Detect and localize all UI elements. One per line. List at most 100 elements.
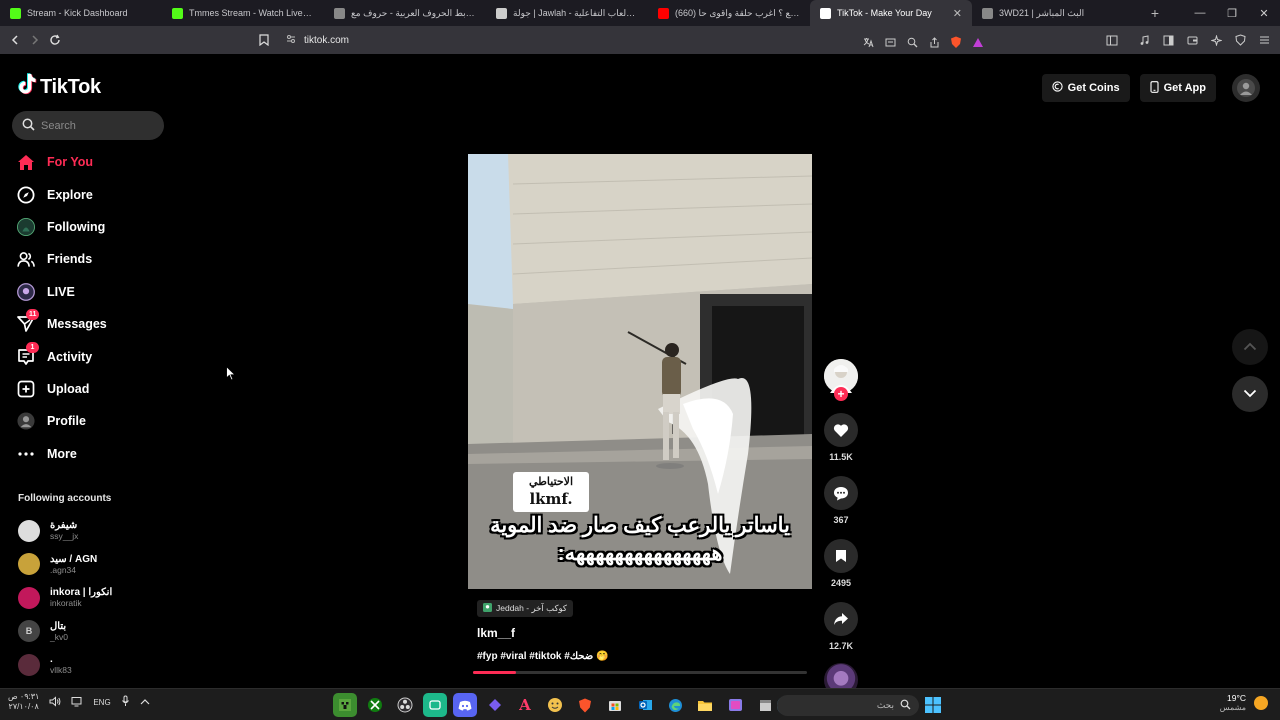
- file-explorer-icon[interactable]: [693, 693, 717, 717]
- leo-ai-icon[interactable]: [1206, 30, 1226, 50]
- microsoft-store-icon[interactable]: [603, 693, 627, 717]
- share-action[interactable]: 12.7K: [823, 602, 859, 651]
- url-text[interactable]: tiktok.com: [304, 35, 349, 46]
- video-player[interactable]: الاحتياطي lkmf. ياساتر يالرعب كيف صار ضد…: [468, 154, 812, 589]
- zoom-icon[interactable]: [902, 32, 922, 52]
- obs-icon[interactable]: [393, 693, 417, 717]
- sidebar-item-explore[interactable]: Explore: [0, 178, 200, 210]
- chevron-up-icon[interactable]: [140, 698, 150, 707]
- brave-shields-icon[interactable]: [946, 32, 966, 52]
- video-progress-bar[interactable]: [473, 671, 807, 674]
- browser-tab[interactable]: تحدي ربط الحروف العربية - حروف مع ...: [324, 0, 486, 26]
- share-icon[interactable]: [924, 32, 944, 52]
- windows-search-box[interactable]: بحث: [777, 695, 919, 716]
- forward-icon[interactable]: [25, 30, 45, 50]
- search-input[interactable]: Search: [12, 111, 164, 140]
- sidebar-item-friends[interactable]: Friends: [0, 243, 200, 275]
- share-arrow-icon[interactable]: [824, 602, 858, 636]
- reload-icon[interactable]: [45, 30, 65, 50]
- new-tab-button[interactable]: +: [1142, 0, 1168, 26]
- bookmark-icon[interactable]: [254, 30, 274, 50]
- language-indicator[interactable]: ENG: [93, 698, 110, 707]
- creator-avatar[interactable]: +: [824, 359, 858, 401]
- browser-tab[interactable]: 3WD21 | البث المباشر: [972, 0, 1134, 26]
- browser-tab[interactable]: TikTok - Make Your Day ✕: [810, 0, 972, 26]
- like-action[interactable]: 11.5K: [823, 413, 859, 462]
- tab-title: Tmmes Stream - Watch Live on Kick: [189, 8, 314, 18]
- following-account-item[interactable]: سيد / AGN .agn34: [18, 548, 112, 582]
- location-tag[interactable]: Jeddah - كوكب آخر: [477, 600, 573, 617]
- minecraft-icon[interactable]: [333, 693, 357, 717]
- address-bar[interactable]: tiktok.com: [278, 29, 1000, 51]
- edge-icon[interactable]: [663, 693, 687, 717]
- sidebar-item-following[interactable]: Following: [0, 211, 200, 243]
- following-account-item[interactable]: شيفرة ssy__jx: [18, 514, 112, 548]
- user-avatar[interactable]: [1232, 74, 1260, 102]
- music-disc-icon[interactable]: [824, 663, 858, 688]
- browser-tab[interactable]: جولة | Jawlah - منصة الألعاب التفاعلية: [486, 0, 648, 26]
- restore-icon[interactable]: ❐: [1216, 0, 1248, 26]
- reader-mode-icon[interactable]: [880, 32, 900, 52]
- save-action[interactable]: 2495: [823, 539, 859, 588]
- browser-tab[interactable]: (660) من الملكع ؟ اغرب حلقة واقوى حا: [648, 0, 810, 26]
- wallet-icon[interactable]: [1182, 30, 1202, 50]
- bookmark-icon[interactable]: [824, 539, 858, 573]
- browser-tab[interactable]: Tmmes Stream - Watch Live on Kick: [162, 0, 324, 26]
- microphone-icon[interactable]: [121, 695, 130, 709]
- site-info-icon[interactable]: [286, 34, 296, 47]
- sidebar-item-live[interactable]: LIVE: [0, 276, 200, 308]
- app-green-icon[interactable]: [423, 693, 447, 717]
- close-window-icon[interactable]: ✕: [1248, 0, 1280, 26]
- back-icon[interactable]: [5, 30, 25, 50]
- app-a-icon[interactable]: A: [513, 693, 537, 717]
- minimize-icon[interactable]: —: [1184, 0, 1216, 26]
- xbox-icon[interactable]: [363, 693, 387, 717]
- discord-icon[interactable]: [453, 693, 477, 717]
- app-window-icon[interactable]: [753, 693, 777, 717]
- weather-widget[interactable]: 19°C مشمس: [1220, 693, 1268, 713]
- split-view-icon[interactable]: [1158, 30, 1178, 50]
- sidebar-item-messages[interactable]: 11 Messages: [0, 308, 200, 340]
- get-coins-button[interactable]: Get Coins: [1041, 74, 1130, 102]
- photoshop-icon[interactable]: [723, 693, 747, 717]
- follow-plus-button[interactable]: +: [834, 387, 848, 401]
- network-icon[interactable]: [71, 696, 83, 709]
- outlook-icon[interactable]: [633, 693, 657, 717]
- previous-video-button[interactable]: [1232, 329, 1268, 365]
- account-handle: vllk83: [50, 665, 72, 676]
- sidebar-item-profile[interactable]: Profile: [0, 405, 200, 437]
- system-tray: ٠٩:٣١ ص ٢٧/١٠/٠٨ ENG: [8, 692, 150, 712]
- sidebar-item-for-you[interactable]: For You: [0, 146, 200, 178]
- following-account-item[interactable]: inkora | انكورا inkoratik: [18, 581, 112, 615]
- video-hashtags[interactable]: #fyp #viral #tiktok #ضحك 🤭: [477, 651, 608, 662]
- app-diamond-icon[interactable]: [483, 693, 507, 717]
- sidebar-item-activity[interactable]: 1 Activity: [0, 340, 200, 372]
- volume-icon[interactable]: [49, 695, 61, 709]
- next-video-button[interactable]: [1232, 376, 1268, 412]
- following-account-item[interactable]: . vllk83: [18, 648, 112, 682]
- app-face-icon[interactable]: [543, 693, 567, 717]
- comment-action[interactable]: 367: [823, 476, 859, 525]
- sidebar-item-upload[interactable]: Upload: [0, 373, 200, 405]
- vpn-icon[interactable]: [1230, 30, 1250, 50]
- get-app-button[interactable]: Get App: [1139, 74, 1216, 102]
- clock[interactable]: ٠٩:٣١ ص ٢٧/١٠/٠٨: [8, 692, 39, 712]
- windows-start-button[interactable]: [925, 697, 941, 718]
- translate-icon[interactable]: [858, 32, 878, 52]
- messages-icon: 11: [17, 309, 40, 333]
- following-account-item[interactable]: B بتال _kv0: [18, 615, 112, 649]
- menu-icon[interactable]: [1254, 30, 1274, 50]
- sidebar-toggle-icon[interactable]: [1102, 30, 1122, 50]
- location-text: Jeddah - كوكب آخر: [496, 603, 567, 613]
- video-author[interactable]: lkm__f: [477, 626, 515, 640]
- sidebar-item-more[interactable]: More: [0, 438, 200, 470]
- brave-rewards-icon[interactable]: [968, 32, 988, 52]
- comment-icon[interactable]: [824, 476, 858, 510]
- tiktok-logo[interactable]: TikTok: [17, 73, 101, 101]
- brave-icon[interactable]: [573, 693, 597, 717]
- media-icon[interactable]: [1134, 30, 1154, 50]
- heart-icon[interactable]: [824, 413, 858, 447]
- video-progress-fill: [473, 671, 517, 674]
- tab-close-icon[interactable]: ✕: [953, 7, 962, 20]
- browser-tab[interactable]: Stream - Kick Dashboard: [0, 0, 162, 26]
